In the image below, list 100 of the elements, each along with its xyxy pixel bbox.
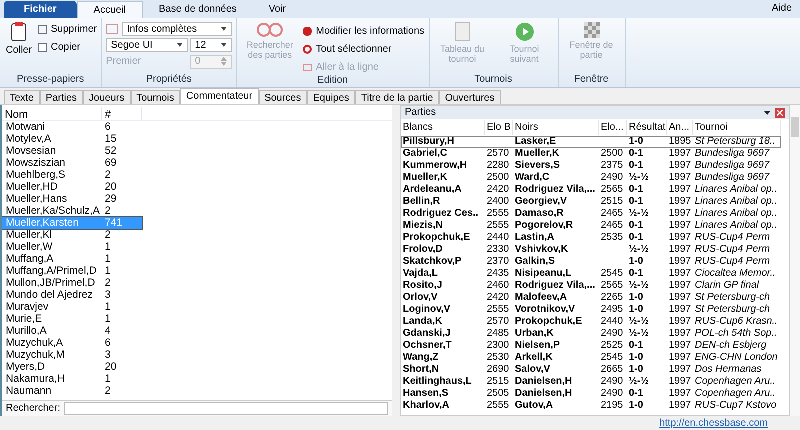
file-menu[interactable]: Fichier xyxy=(4,1,77,18)
game-row[interactable]: Kummerow,H 2280 Sievers,S 2375 0-1 1997 Bundesliga 9697 xyxy=(401,160,781,172)
annotator-row[interactable]: Muffang,A/Primel,D 1 xyxy=(2,265,142,277)
table-cell: 1997 xyxy=(669,208,692,219)
game-row[interactable]: Vajda,L 2435 Nisipeanu,L 2545 0-1 1997 Ciocaltea Memor.. xyxy=(401,268,781,280)
group-title: Edition xyxy=(316,75,350,88)
annotator-row[interactable]: Mueller,Kl 2 xyxy=(2,229,142,241)
game-row[interactable]: Kharlov,A 2555 Gutov,A 2195 1-0 1997 RUS-Cup7 Kstovo xyxy=(401,400,781,412)
game-row[interactable]: Prokopchuk,E 2440 Lastin,A 2535 0-1 1997 RUS-Cup4 Perm xyxy=(401,232,781,244)
ribbon-tab[interactable]: Voir xyxy=(252,1,302,18)
table-cell: 2690 xyxy=(487,364,510,375)
table-cell: 2555 xyxy=(487,400,510,411)
game-row[interactable]: Short,N 2690 Salov,V 2665 1-0 1997 Dos Hermanas xyxy=(401,364,781,376)
game-row[interactable]: Miezis,N 2555 Pogorelov,R 2465 0-1 1997 Linares Anibal op.. xyxy=(401,220,781,232)
ribbon-tab[interactable]: Base de données xyxy=(143,1,253,18)
caret-icon xyxy=(221,43,228,47)
document-tab[interactable]: Equipes xyxy=(307,90,356,104)
annotator-row[interactable]: Mundo del Ajedrez 3 xyxy=(2,289,142,301)
game-row[interactable]: Ochsner,T 2300 Nielsen,P 2525 0-1 1997 DEN-ch Esbjerg xyxy=(401,340,781,352)
column-header[interactable]: Résultat xyxy=(627,120,667,135)
group-title: Propriétés xyxy=(145,74,193,87)
annotator-row[interactable]: Muehlberg,S 2 xyxy=(2,169,142,181)
info-dropdown[interactable]: Infos complètes xyxy=(122,22,232,36)
game-row[interactable]: Wang,Z 2530 Arkell,K 2545 1-0 1997 ENG-CHN London xyxy=(401,352,781,364)
help-menu[interactable]: Aide xyxy=(772,1,800,18)
annotator-row[interactable]: Mowsziszian 69 xyxy=(2,157,142,169)
document-tab[interactable]: Texte xyxy=(4,90,40,104)
document-tab[interactable]: Titre de la partie xyxy=(355,90,440,104)
game-row[interactable]: Gabriel,C 2570 Mueller,K 2500 0-1 1997 Bundesliga 9697 xyxy=(401,148,781,160)
search-field[interactable] xyxy=(64,402,388,415)
column-header[interactable]: # xyxy=(102,107,142,120)
ribbon-tab[interactable]: Accueil xyxy=(76,1,144,18)
table-cell: 0-1 xyxy=(629,388,644,399)
group-title: Fenêtre xyxy=(573,74,610,87)
table-cell: Lasker,E xyxy=(515,136,556,147)
count-cell-text: 2 xyxy=(104,205,112,217)
game-row[interactable]: Mueller,K 2500 Ward,C 2490 ½-½ 1997 Bundesliga 9697 xyxy=(401,172,781,184)
scrollbar[interactable] xyxy=(790,105,800,416)
close-button[interactable] xyxy=(775,108,785,118)
annotator-row[interactable]: Naumann 2 xyxy=(2,385,142,397)
column-header[interactable]: Noirs xyxy=(513,120,599,135)
name-cell-text: Muzychuk,A xyxy=(5,337,64,349)
font-dropdown[interactable]: Segoe UI xyxy=(106,38,188,52)
game-row[interactable]: Landa,K 2570 Prokopchuk,E 2440 ½-½ 1997 RUS-Cup6 Krasn.. xyxy=(401,316,781,328)
game-row[interactable]: Keitlinghaus,L 2515 Danielsen,H 2490 ½-½ 1997 Copenhagen Aru.. xyxy=(401,376,781,388)
annotator-row[interactable]: Myers,D 20 xyxy=(2,361,142,373)
name-cell-text: Muffang,A xyxy=(5,253,55,265)
document-tab[interactable]: Tournois xyxy=(130,90,180,104)
table-cell: 1-0 xyxy=(629,364,644,375)
annotator-row[interactable]: Mullon,JB/Primel,D 2 xyxy=(2,277,142,289)
modify-info-button[interactable]: Modifier les informations xyxy=(303,24,425,39)
column-header[interactable]: Blancs xyxy=(401,120,485,135)
game-row[interactable]: Ardeleanu,A 2420 Rodriguez Vila,... 2565 0-1 1997 Linares Anibal op.. xyxy=(401,184,781,196)
game-row[interactable]: Bellin,R 2400 Georgiev,V 2515 0-1 1997 Linares Anibal op.. xyxy=(401,196,781,208)
annotator-row[interactable]: Nakamura,H 1 xyxy=(2,373,142,385)
annotator-row[interactable]: Murie,E 1 xyxy=(2,313,142,325)
annotator-row[interactable]: Muzychuk,A 6 xyxy=(2,337,142,349)
game-row[interactable]: Loginov,V 2555 Vorotnikov,V 2495 1-0 1997 St Petersburg-ch xyxy=(401,304,781,316)
table-cell: 2370 xyxy=(487,256,510,267)
game-row[interactable]: Hansen,S 2505 Danielsen,H 2490 0-1 1997 Copenhagen Aru.. xyxy=(401,388,781,400)
table-cell: 1997 xyxy=(669,280,692,291)
group-title: Presse-papiers xyxy=(16,74,86,87)
column-header[interactable]: Tournoi xyxy=(693,120,781,135)
game-row[interactable]: Frolov,D 2330 Vshivkov,K ½-½ 1997 RUS-Cup4 Perm xyxy=(401,244,781,256)
annotator-row[interactable]: Murillo,A 4 xyxy=(2,325,142,337)
annotator-row[interactable]: Mueller,Ka/Schulz,A 2 xyxy=(2,205,142,217)
chessboard-icon xyxy=(584,22,600,38)
annotator-row[interactable]: Mueller,HD 20 xyxy=(2,181,142,193)
game-row[interactable]: Gdanski,J 2485 Urban,K 2490 ½-½ 1997 POL-ch 54th Sop.. xyxy=(401,328,781,340)
document-tab[interactable]: Joueurs xyxy=(83,90,131,104)
table-cell: RUS-Cup4 Perm xyxy=(695,244,770,255)
annotator-row[interactable]: Mueller,Hans 29 xyxy=(2,193,142,205)
copy-button[interactable]: Copier xyxy=(38,40,98,55)
column-header[interactable]: Nom xyxy=(2,107,102,120)
document-tab[interactable]: Parties xyxy=(40,90,84,104)
game-row[interactable]: Skatchkov,P 2370 Galkin,S 1-0 1997 RUS-Cup4 Perm xyxy=(401,256,781,268)
annotator-row[interactable]: Muravjev 1 xyxy=(2,301,142,313)
annotator-row[interactable]: Muffang,A 1 xyxy=(2,253,142,265)
column-header[interactable]: Elo... xyxy=(599,120,627,135)
select-all-button[interactable]: Tout sélectionner xyxy=(303,42,425,57)
name-cell-text: Mowsziszian xyxy=(5,157,67,169)
column-header[interactable]: Elo B xyxy=(485,120,513,135)
table-cell: Short,N xyxy=(403,364,440,375)
annotator-row[interactable]: Muzychuk,M 3 xyxy=(2,349,142,361)
document-tab[interactable]: Ouvertures xyxy=(439,90,501,104)
document-tab[interactable]: Commentateur xyxy=(180,88,259,104)
annotator-row[interactable]: Motylev,A 15 xyxy=(2,133,142,145)
game-row[interactable]: Pillsbury,H Lasker,E 1-0 1895 St Petersburg 18.. xyxy=(401,136,781,148)
website-link[interactable]: http://en.chessbase.com xyxy=(660,416,768,430)
delete-button[interactable]: Supprimer xyxy=(38,22,98,37)
annotator-row[interactable]: Motwani 6 xyxy=(2,121,142,133)
document-tab[interactable]: Sources xyxy=(258,90,308,104)
game-row[interactable]: Orlov,V 2420 Malofeev,A 2265 1-0 1997 St Petersburg-ch xyxy=(401,292,781,304)
game-row[interactable]: Rosito,J 2460 Rodriguez Vila,... 2565 ½-½ 1997 Clarin GP final xyxy=(401,280,781,292)
size-dropdown[interactable]: 12 xyxy=(190,38,232,52)
annotator-row[interactable]: Mueller,W 1 xyxy=(2,241,142,253)
annotator-row[interactable]: Movsesian 52 xyxy=(2,145,142,157)
column-header[interactable]: An... xyxy=(667,120,693,135)
game-row[interactable]: Rodriguez Ces.. 2555 Damaso,R 2465 ½-½ 1997 Linares Anibal op.. xyxy=(401,208,781,220)
paste-button[interactable]: Coller xyxy=(4,22,34,56)
